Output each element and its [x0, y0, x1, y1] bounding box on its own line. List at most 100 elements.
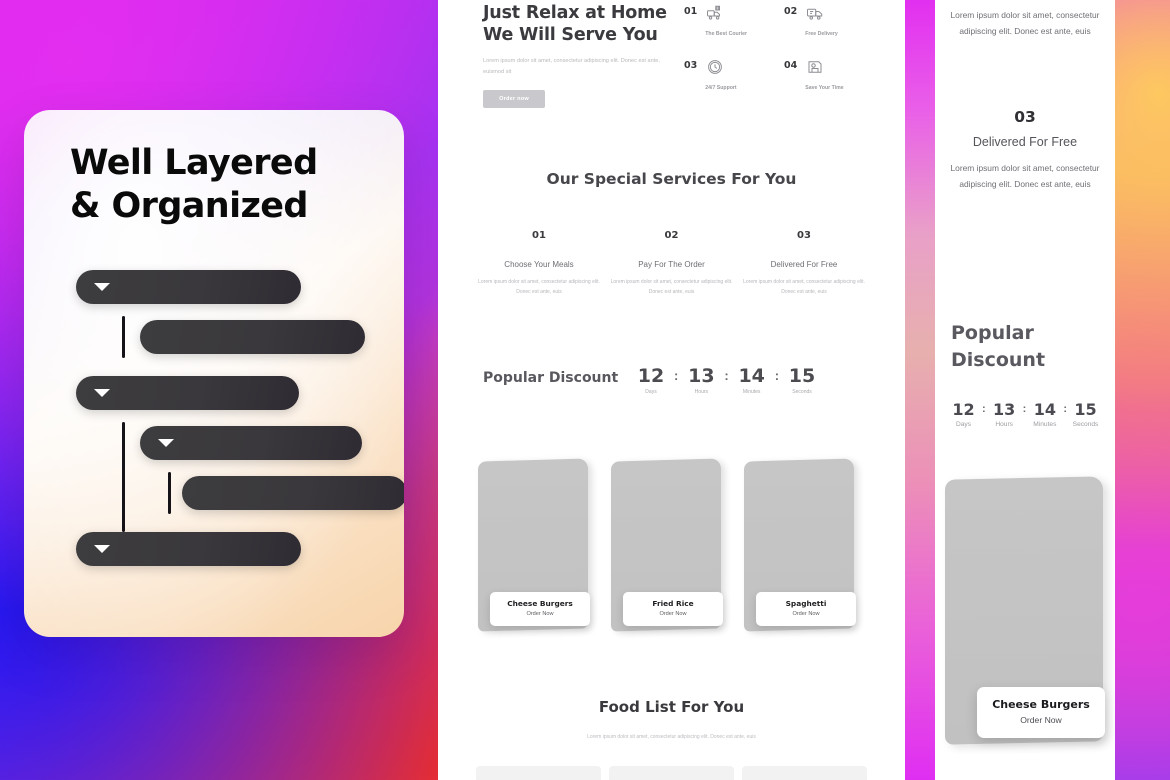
mobile-food-card[interactable]: Cheese Burgers Order Now [945, 476, 1110, 748]
hero-subtitle: Lorem ipsum dolor sit amet, consectetur … [483, 58, 660, 75]
service-step: 01 Choose Your Meals Lorem ipsum dolor s… [474, 230, 604, 297]
food-card-caption[interactable]: Spaghetti Order Now [756, 592, 856, 626]
food-card-caption[interactable]: Fried Rice Order Now [623, 592, 723, 626]
countdown-unit-days: 12 Days [628, 365, 674, 395]
service-step-number: 01 [532, 230, 546, 241]
feature-number: 01 [684, 6, 698, 17]
mobile-countdown-unit-days: 12 Days [945, 400, 982, 428]
layer-guide-line [168, 472, 171, 514]
layer-tree [24, 270, 404, 582]
service-step-title: Pay For The Order [638, 260, 705, 269]
mobile-countdown-timer: 12 Days : 13 Hours : 14 Minutes : 15 Sec… [945, 400, 1104, 428]
service-step: 02 Pay For The Order Lorem ipsum dolor s… [607, 230, 737, 297]
services-heading: Our Special Services For You [546, 170, 797, 188]
feature-item-courier[interactable]: 01 The Best Courier [684, 4, 749, 40]
showcase-card: Well Layered & Organized [24, 110, 404, 637]
countdown-value: 14 [738, 365, 765, 387]
chevron-down-icon[interactable] [94, 389, 110, 397]
desktop-mockup-panel: Just Relax at Home We Will Serve You Lor… [438, 0, 905, 780]
showcase-title: Well Layered & Organized [70, 142, 318, 227]
food-card-caption[interactable]: Cheese Burgers Order Now [490, 592, 590, 626]
mobile-discount-label: Popular Discount [951, 322, 1046, 371]
service-step-number: 03 [797, 230, 811, 241]
screenshot-stage: Well Layered & Organized Just Relax at H… [0, 0, 1170, 780]
feature-label: 24/7 Support [705, 85, 737, 91]
chevron-down-icon[interactable] [94, 283, 110, 291]
countdown-value: 15 [788, 365, 816, 387]
mobile-food-card-caption[interactable]: Cheese Burgers Order Now [977, 687, 1105, 738]
showcase-title-line1: Well Layered [70, 143, 318, 183]
gradient-strip-left [905, 0, 935, 780]
layer-pill[interactable] [140, 426, 362, 460]
service-step-title: Choose Your Meals [504, 260, 574, 269]
chevron-down-icon[interactable] [94, 545, 110, 553]
order-now-button[interactable]: Order now [483, 90, 545, 108]
mobile-food-card-action[interactable]: Order Now [983, 715, 1099, 725]
layer-pill[interactable] [182, 476, 404, 510]
discount-label: Popular Discount [483, 370, 619, 386]
mobile-top-text-block: Lorem ipsum dolor sit amet, consectetur … [945, 8, 1105, 39]
gradient-strip-right [1115, 0, 1170, 780]
mobile-countdown-label: Seconds [1072, 421, 1099, 428]
service-step-text: Lorem ipsum dolor sit amet, consectetur … [478, 279, 600, 295]
feature-item-save-time[interactable]: 04 Save Your Time [784, 58, 849, 94]
layer-row[interactable] [24, 532, 404, 566]
feature-label: Save Your Time [805, 85, 844, 91]
countdown-label: Hours [694, 389, 709, 395]
mobile-countdown-value: 12 [952, 400, 975, 419]
mobile-countdown-value: 14 [1033, 400, 1056, 419]
feature-label: The Best Courier [705, 31, 748, 37]
layer-pill[interactable] [76, 532, 301, 566]
layer-pill[interactable] [140, 320, 365, 354]
chevron-down-icon[interactable] [158, 439, 174, 447]
food-list-card-row [476, 766, 867, 780]
countdown-value: 13 [688, 365, 715, 387]
layer-row[interactable] [24, 376, 404, 410]
countdown-value: 12 [637, 365, 665, 387]
food-list-text: Lorem ipsum dolor sit amet, consectetur … [587, 734, 756, 740]
service-step-number: 02 [664, 230, 679, 241]
mobile-countdown-label: Days [955, 421, 972, 428]
layer-pill[interactable] [76, 376, 299, 410]
layer-row[interactable] [24, 472, 404, 514]
service-step: 03 Delivered For Free Lorem ipsum dolor … [739, 230, 869, 297]
food-list-card[interactable] [476, 766, 601, 780]
food-list-card[interactable] [609, 766, 734, 780]
countdown-timer: 12 Days : 13 Hours : 14 Minutes : 15 Sec… [628, 365, 825, 395]
food-card[interactable]: Cheese Burgers Order Now [478, 458, 596, 632]
services-steps: 01 Choose Your Meals Lorem ipsum dolor s… [474, 230, 869, 297]
layer-row[interactable] [24, 316, 404, 358]
mobile-step-text: Lorem ipsum dolor sit amet, consectetur … [950, 163, 1100, 189]
service-step-text: Lorem ipsum dolor sit amet, consectetur … [743, 279, 865, 295]
save-time-icon [808, 61, 822, 73]
mobile-countdown-unit-seconds: 15 Seconds [1067, 400, 1104, 428]
showcase-title-line2: & Organized [70, 185, 308, 226]
mobile-food-card-title: Cheese Burgers [992, 698, 1090, 711]
discount-section: Popular Discount 12 Days : 13 Hours : 14… [438, 363, 905, 421]
feature-item-delivery[interactable]: 02 Free Delivery [784, 4, 849, 40]
food-card-title: Spaghetti [785, 599, 827, 608]
food-card-row: Cheese Burgers Order Now Fried Rice Orde… [478, 458, 868, 650]
feature-item-support[interactable]: 03 24/7 Support [684, 58, 749, 94]
food-card-action[interactable]: Order Now [494, 611, 586, 617]
mobile-countdown-value: 13 [993, 400, 1016, 419]
countdown-label: Seconds [792, 389, 812, 395]
layer-guide-line [122, 316, 125, 358]
countdown-unit-minutes: 14 Minutes [729, 365, 775, 395]
layer-row[interactable] [24, 422, 404, 532]
food-card-action[interactable]: Order Now [627, 611, 719, 617]
countdown-unit-hours: 13 Hours [678, 365, 724, 395]
mobile-step-block: 03 Delivered For Free Lorem ipsum dolor … [945, 108, 1105, 192]
food-card-action[interactable]: Order Now [760, 611, 852, 617]
mobile-countdown-label: Hours [995, 421, 1013, 428]
layer-row[interactable] [24, 270, 404, 304]
food-card[interactable]: Fried Rice Order Now [611, 458, 729, 632]
food-list-heading: Food List For You [598, 698, 745, 716]
feature-number: 02 [784, 6, 798, 17]
mobile-countdown-unit-minutes: 14 Minutes [1026, 400, 1063, 428]
food-card-title: Cheese Burgers [507, 599, 573, 608]
food-card[interactable]: Spaghetti Order Now [744, 458, 862, 632]
countdown-unit-seconds: 15 Seconds [779, 365, 825, 395]
layer-pill[interactable] [76, 270, 301, 304]
food-list-card[interactable] [742, 766, 867, 780]
